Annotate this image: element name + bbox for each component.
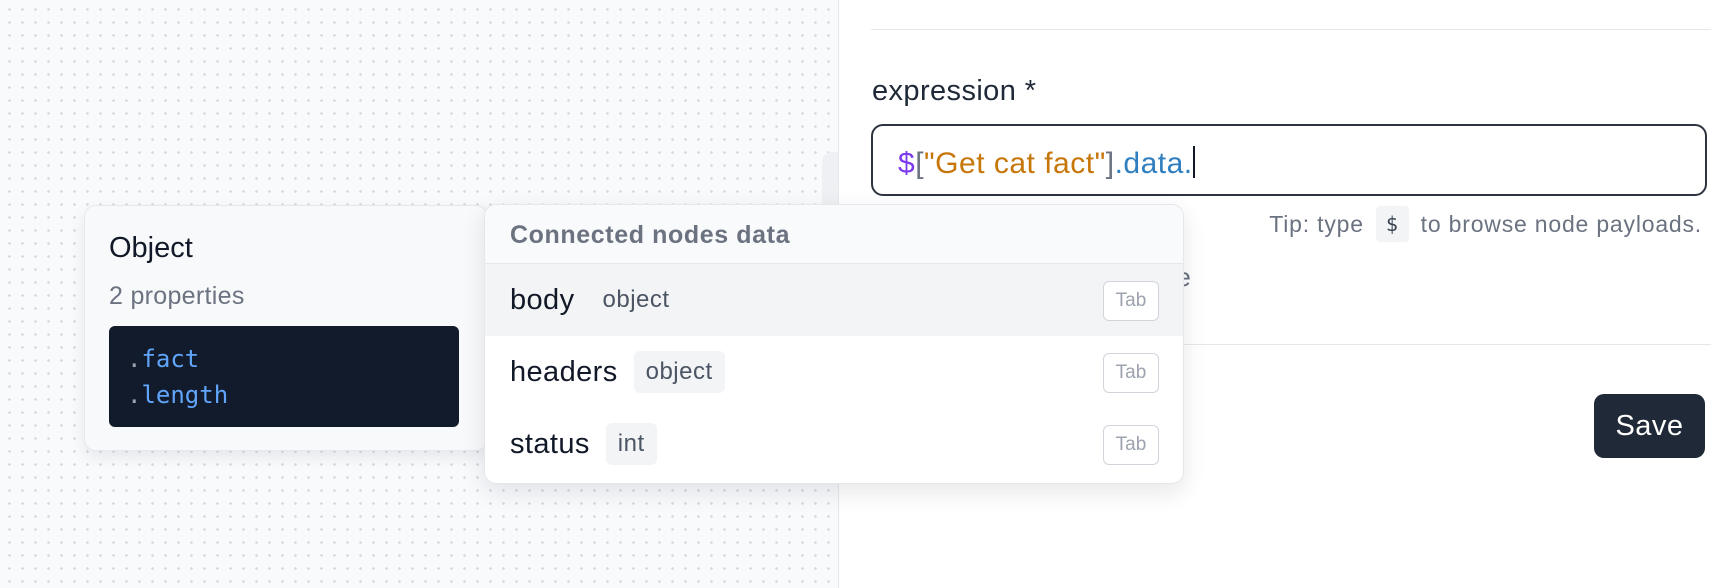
object-subtitle: 2 properties bbox=[109, 282, 245, 310]
divider bbox=[871, 29, 1711, 30]
suggestion-type-badge: object bbox=[602, 286, 670, 313]
suggestion-type-badge: int bbox=[605, 423, 657, 465]
tab-key-hint: Tab bbox=[1103, 425, 1159, 465]
suggestion-name: body bbox=[510, 283, 575, 316]
property-fact: fact bbox=[141, 345, 200, 373]
expr-token-string: "Get cat fact" bbox=[924, 147, 1106, 180]
expr-token-close-bracket: ] bbox=[1105, 147, 1115, 180]
expr-token-property: .data. bbox=[1114, 147, 1193, 180]
property-length: length bbox=[141, 381, 229, 409]
properties-code-block: .fact .length bbox=[109, 326, 459, 427]
dropdown-header: Connected nodes data bbox=[485, 205, 1183, 264]
suggestion-item-body[interactable]: body object Tab bbox=[485, 264, 1183, 336]
property-line: .length bbox=[127, 381, 229, 409]
suggestion-type-badge: object bbox=[633, 351, 725, 393]
tab-key-hint: Tab bbox=[1103, 353, 1159, 393]
tip-prefix: Tip: type bbox=[1269, 210, 1364, 237]
suggestion-item-headers[interactable]: headers object Tab bbox=[485, 336, 1183, 408]
expression-input[interactable]: $["Get cat fact"].data. bbox=[871, 124, 1707, 196]
text-caret bbox=[1192, 146, 1195, 178]
save-button[interactable]: Save bbox=[1594, 394, 1705, 458]
object-title: Object bbox=[109, 232, 193, 264]
expression-label: expression * bbox=[872, 75, 1037, 107]
suggestion-name: status bbox=[510, 427, 590, 460]
object-preview-card: Object 2 properties .fact .length bbox=[84, 205, 488, 451]
tip-key: $ bbox=[1375, 206, 1409, 242]
property-line: .fact bbox=[127, 345, 200, 373]
tab-key-hint: Tab bbox=[1103, 281, 1159, 321]
suggestion-name: headers bbox=[510, 355, 618, 388]
expr-token-open-bracket: [ bbox=[915, 147, 925, 180]
tip-suffix: to browse node payloads. bbox=[1420, 210, 1702, 237]
autocomplete-dropdown: Connected nodes data body object Tab hea… bbox=[484, 204, 1184, 484]
suggestion-item-status[interactable]: status int Tab bbox=[485, 408, 1183, 480]
expression-tip: Tip: type $ to browse node payloads. bbox=[1269, 206, 1702, 242]
expr-token-dollar: $ bbox=[898, 147, 916, 180]
